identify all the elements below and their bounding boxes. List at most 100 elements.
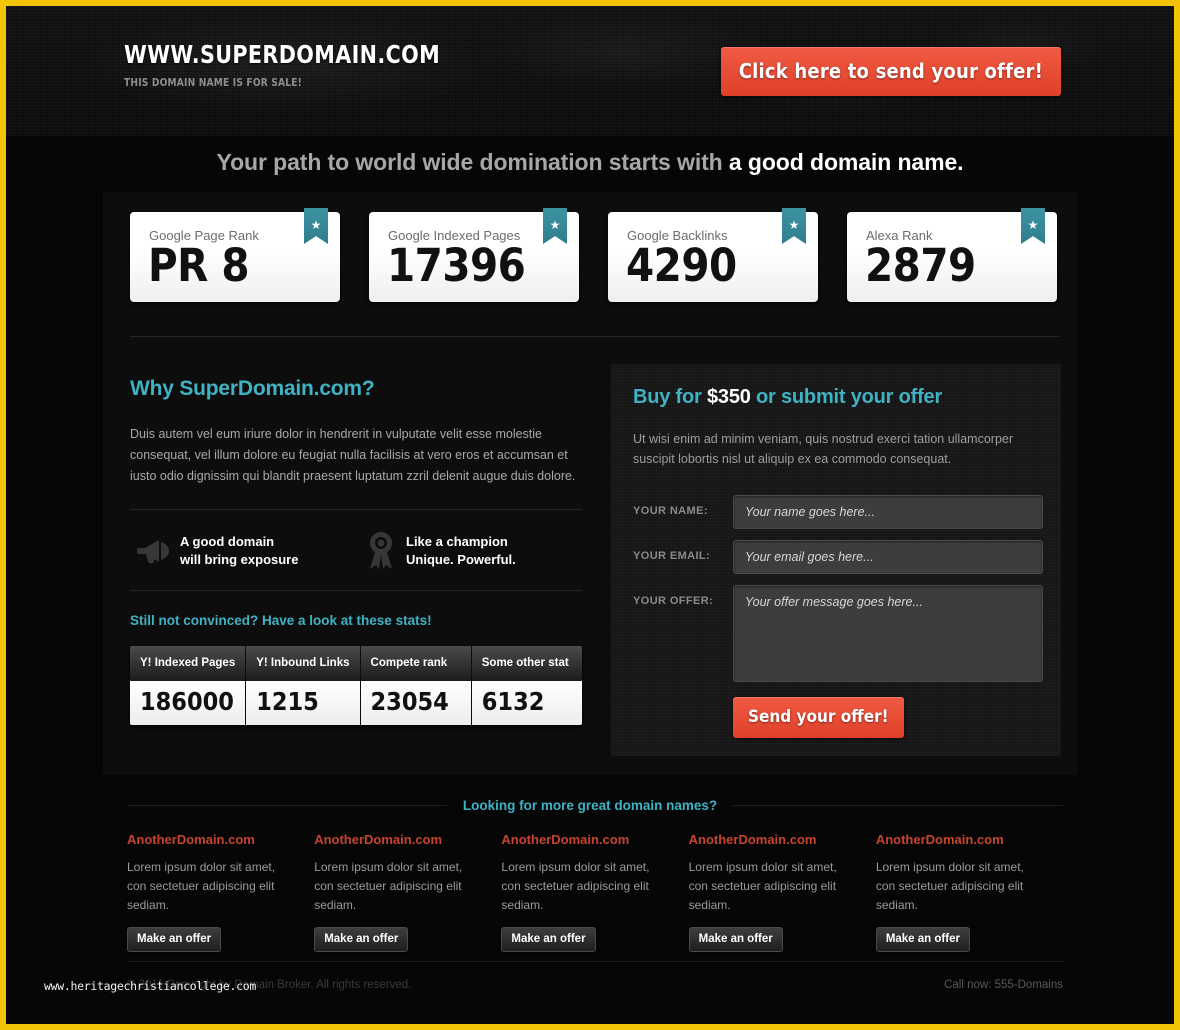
stats-table: Y! Indexed Pages 186000 Y! Inbound Links…	[130, 646, 582, 725]
watermark-overlay: www.heritagechristiancollege.com	[44, 979, 256, 993]
column-header: Some other stat	[471, 646, 582, 681]
page-headline: Your path to world wide domination start…	[6, 149, 1174, 176]
column-header: Y! Indexed Pages	[130, 646, 246, 681]
headline-period: .	[957, 149, 964, 175]
call-now-text: Call now: 555-Domains	[944, 979, 1063, 991]
stats-table-heading: Still not convinced? Have a look at thes…	[130, 613, 432, 628]
feature-text: Like a champion Unique. Powerful.	[406, 533, 516, 569]
domain-card: AnotherDomain.com Lorem ipsum dolor sit …	[688, 832, 875, 952]
stat-value: 4290	[626, 239, 737, 292]
star-icon: ★	[310, 218, 322, 232]
why-heading: Why SuperDomain.com?	[130, 377, 375, 400]
site-title: WWW.SUPERDOMAIN.COM	[124, 40, 441, 69]
domain-card: AnotherDomain.com Lorem ipsum dolor sit …	[501, 832, 687, 952]
domain-card: AnotherDomain.com Lorem ipsum dolor sit …	[314, 832, 500, 952]
domain-link[interactable]: AnotherDomain.com	[314, 832, 500, 847]
stat-box-page-rank: Google Page Rank PR 8 ★	[130, 208, 340, 302]
star-icon: ★	[549, 218, 561, 232]
page-canvas: WWW.SUPERDOMAIN.COM THIS DOMAIN NAME IS …	[6, 6, 1174, 1024]
buy-offer-box: Buy for $350 or submit your offer Ut wis…	[611, 364, 1061, 756]
stat-value: 17396	[387, 239, 526, 292]
divider	[130, 590, 582, 591]
make-an-offer-button[interactable]: Make an offer	[314, 927, 409, 952]
stat-box-alexa-rank: Alexa Rank 2879 ★	[847, 208, 1057, 302]
headline-lead: Your path to world wide domination start…	[216, 149, 729, 175]
stats-table-column: Y! Inbound Links 1215	[246, 646, 361, 725]
make-an-offer-button[interactable]: Make an offer	[127, 927, 222, 952]
more-domains-row: AnotherDomain.com Lorem ipsum dolor sit …	[127, 832, 1063, 952]
column-value: 23054	[360, 681, 471, 725]
feature-exposure: A good domain will bring exposure	[130, 531, 356, 571]
stats-table-column: Some other stat 6132	[471, 646, 582, 725]
make-an-offer-button[interactable]: Make an offer	[688, 927, 783, 952]
divider	[127, 961, 1063, 962]
main-content-panel: Google Page Rank PR 8 ★ Google Indexed P…	[103, 192, 1077, 775]
megaphone-icon	[130, 538, 180, 564]
features-row: A good domain will bring exposure Like a…	[130, 510, 582, 590]
domain-card: AnotherDomain.com Lorem ipsum dolor sit …	[875, 832, 1062, 952]
why-column: Why SuperDomain.com? Duis autem vel eum …	[130, 377, 582, 725]
column-value: 1215	[246, 681, 360, 725]
buy-body-text: Ut wisi enim ad minim veniam, quis nostr…	[633, 432, 1014, 466]
buy-heading: Buy for $350 or submit your offer	[633, 386, 942, 409]
make-an-offer-button[interactable]: Make an offer	[501, 927, 596, 952]
more-domains-heading: Looking for more great domain names?	[6, 797, 1174, 815]
ribbon-badge: ★	[543, 208, 567, 244]
buy-heading-pre: Buy for	[633, 386, 707, 408]
domain-description: Lorem ipsum dolor sit amet, con sectetue…	[314, 860, 463, 912]
send-offer-button[interactable]: Send your offer!	[733, 697, 904, 738]
stat-value: PR 8	[148, 239, 250, 292]
domain-link[interactable]: AnotherDomain.com	[876, 832, 1062, 847]
buy-price: $350	[706, 386, 751, 408]
domain-card: AnotherDomain.com Lorem ipsum dolor sit …	[127, 832, 313, 952]
stats-table-column: Y! Indexed Pages 186000	[130, 646, 247, 725]
site-header: WWW.SUPERDOMAIN.COM THIS DOMAIN NAME IS …	[6, 6, 1174, 136]
buy-heading-post: or submit your offer	[750, 386, 943, 408]
stat-value: 2879	[865, 239, 976, 292]
feature-line-2: Unique. Powerful.	[406, 552, 516, 567]
offer-textarea[interactable]	[733, 585, 1043, 682]
domain-link[interactable]: AnotherDomain.com	[689, 832, 875, 847]
star-icon: ★	[1027, 218, 1039, 232]
stats-table-column: Compete rank 23054	[360, 646, 472, 725]
stat-box-backlinks: Google Backlinks 4290 ★	[608, 208, 818, 302]
make-an-offer-button[interactable]: Make an offer	[875, 927, 970, 952]
domain-description: Lorem ipsum dolor sit amet, con sectetue…	[127, 860, 276, 912]
email-field-label: Your email:	[633, 550, 711, 562]
brand-block: WWW.SUPERDOMAIN.COM THIS DOMAIN NAME IS …	[124, 40, 468, 89]
why-body-text: Duis autem vel eum iriure dolor in hendr…	[130, 427, 576, 483]
column-header: Y! Inbound Links	[246, 646, 360, 681]
column-value: 6132	[471, 681, 582, 725]
domain-description: Lorem ipsum dolor sit amet, con sectetue…	[688, 860, 837, 912]
stats-row: Google Page Rank PR 8 ★ Google Indexed P…	[130, 208, 1060, 302]
domain-description: Lorem ipsum dolor sit amet, con sectetue…	[501, 860, 650, 912]
stat-box-indexed-pages: Google Indexed Pages 17396 ★	[369, 208, 579, 302]
feature-champion: Like a champion Unique. Powerful.	[356, 531, 582, 571]
header-send-offer-button[interactable]: Click here to send your offer!	[720, 47, 1061, 96]
domain-link[interactable]: AnotherDomain.com	[501, 832, 687, 847]
offer-field-label: Your offer:	[633, 595, 714, 607]
column-value: 186000	[130, 681, 246, 725]
form-row-name: Your name:	[633, 495, 1043, 529]
feature-line-2: will bring exposure	[180, 552, 299, 567]
ribbon-badge: ★	[1021, 208, 1045, 244]
site-tagline: THIS DOMAIN NAME IS FOR SALE!	[124, 76, 303, 89]
more-domains-heading-text: Looking for more great domain names?	[446, 798, 734, 813]
email-input[interactable]	[733, 540, 1043, 574]
column-header: Compete rank	[360, 646, 471, 681]
ribbon-badge: ★	[304, 208, 328, 244]
form-row-email: Your email:	[633, 540, 1043, 574]
domain-link[interactable]: AnotherDomain.com	[127, 832, 313, 847]
name-input[interactable]	[733, 495, 1043, 529]
ribbon-badge: ★	[782, 208, 806, 244]
name-field-label: Your name:	[633, 505, 708, 517]
feature-line-1: Like a champion	[406, 534, 508, 549]
domain-description: Lorem ipsum dolor sit amet, con sectetue…	[875, 860, 1024, 912]
feature-line-1: A good domain	[180, 534, 275, 549]
headline-highlight: a good domain name	[728, 149, 958, 175]
divider	[130, 336, 1060, 337]
form-row-offer: Your offer:	[633, 585, 1043, 682]
star-icon: ★	[788, 218, 800, 232]
award-ribbon-icon	[356, 531, 406, 571]
feature-text: A good domain will bring exposure	[180, 533, 298, 569]
